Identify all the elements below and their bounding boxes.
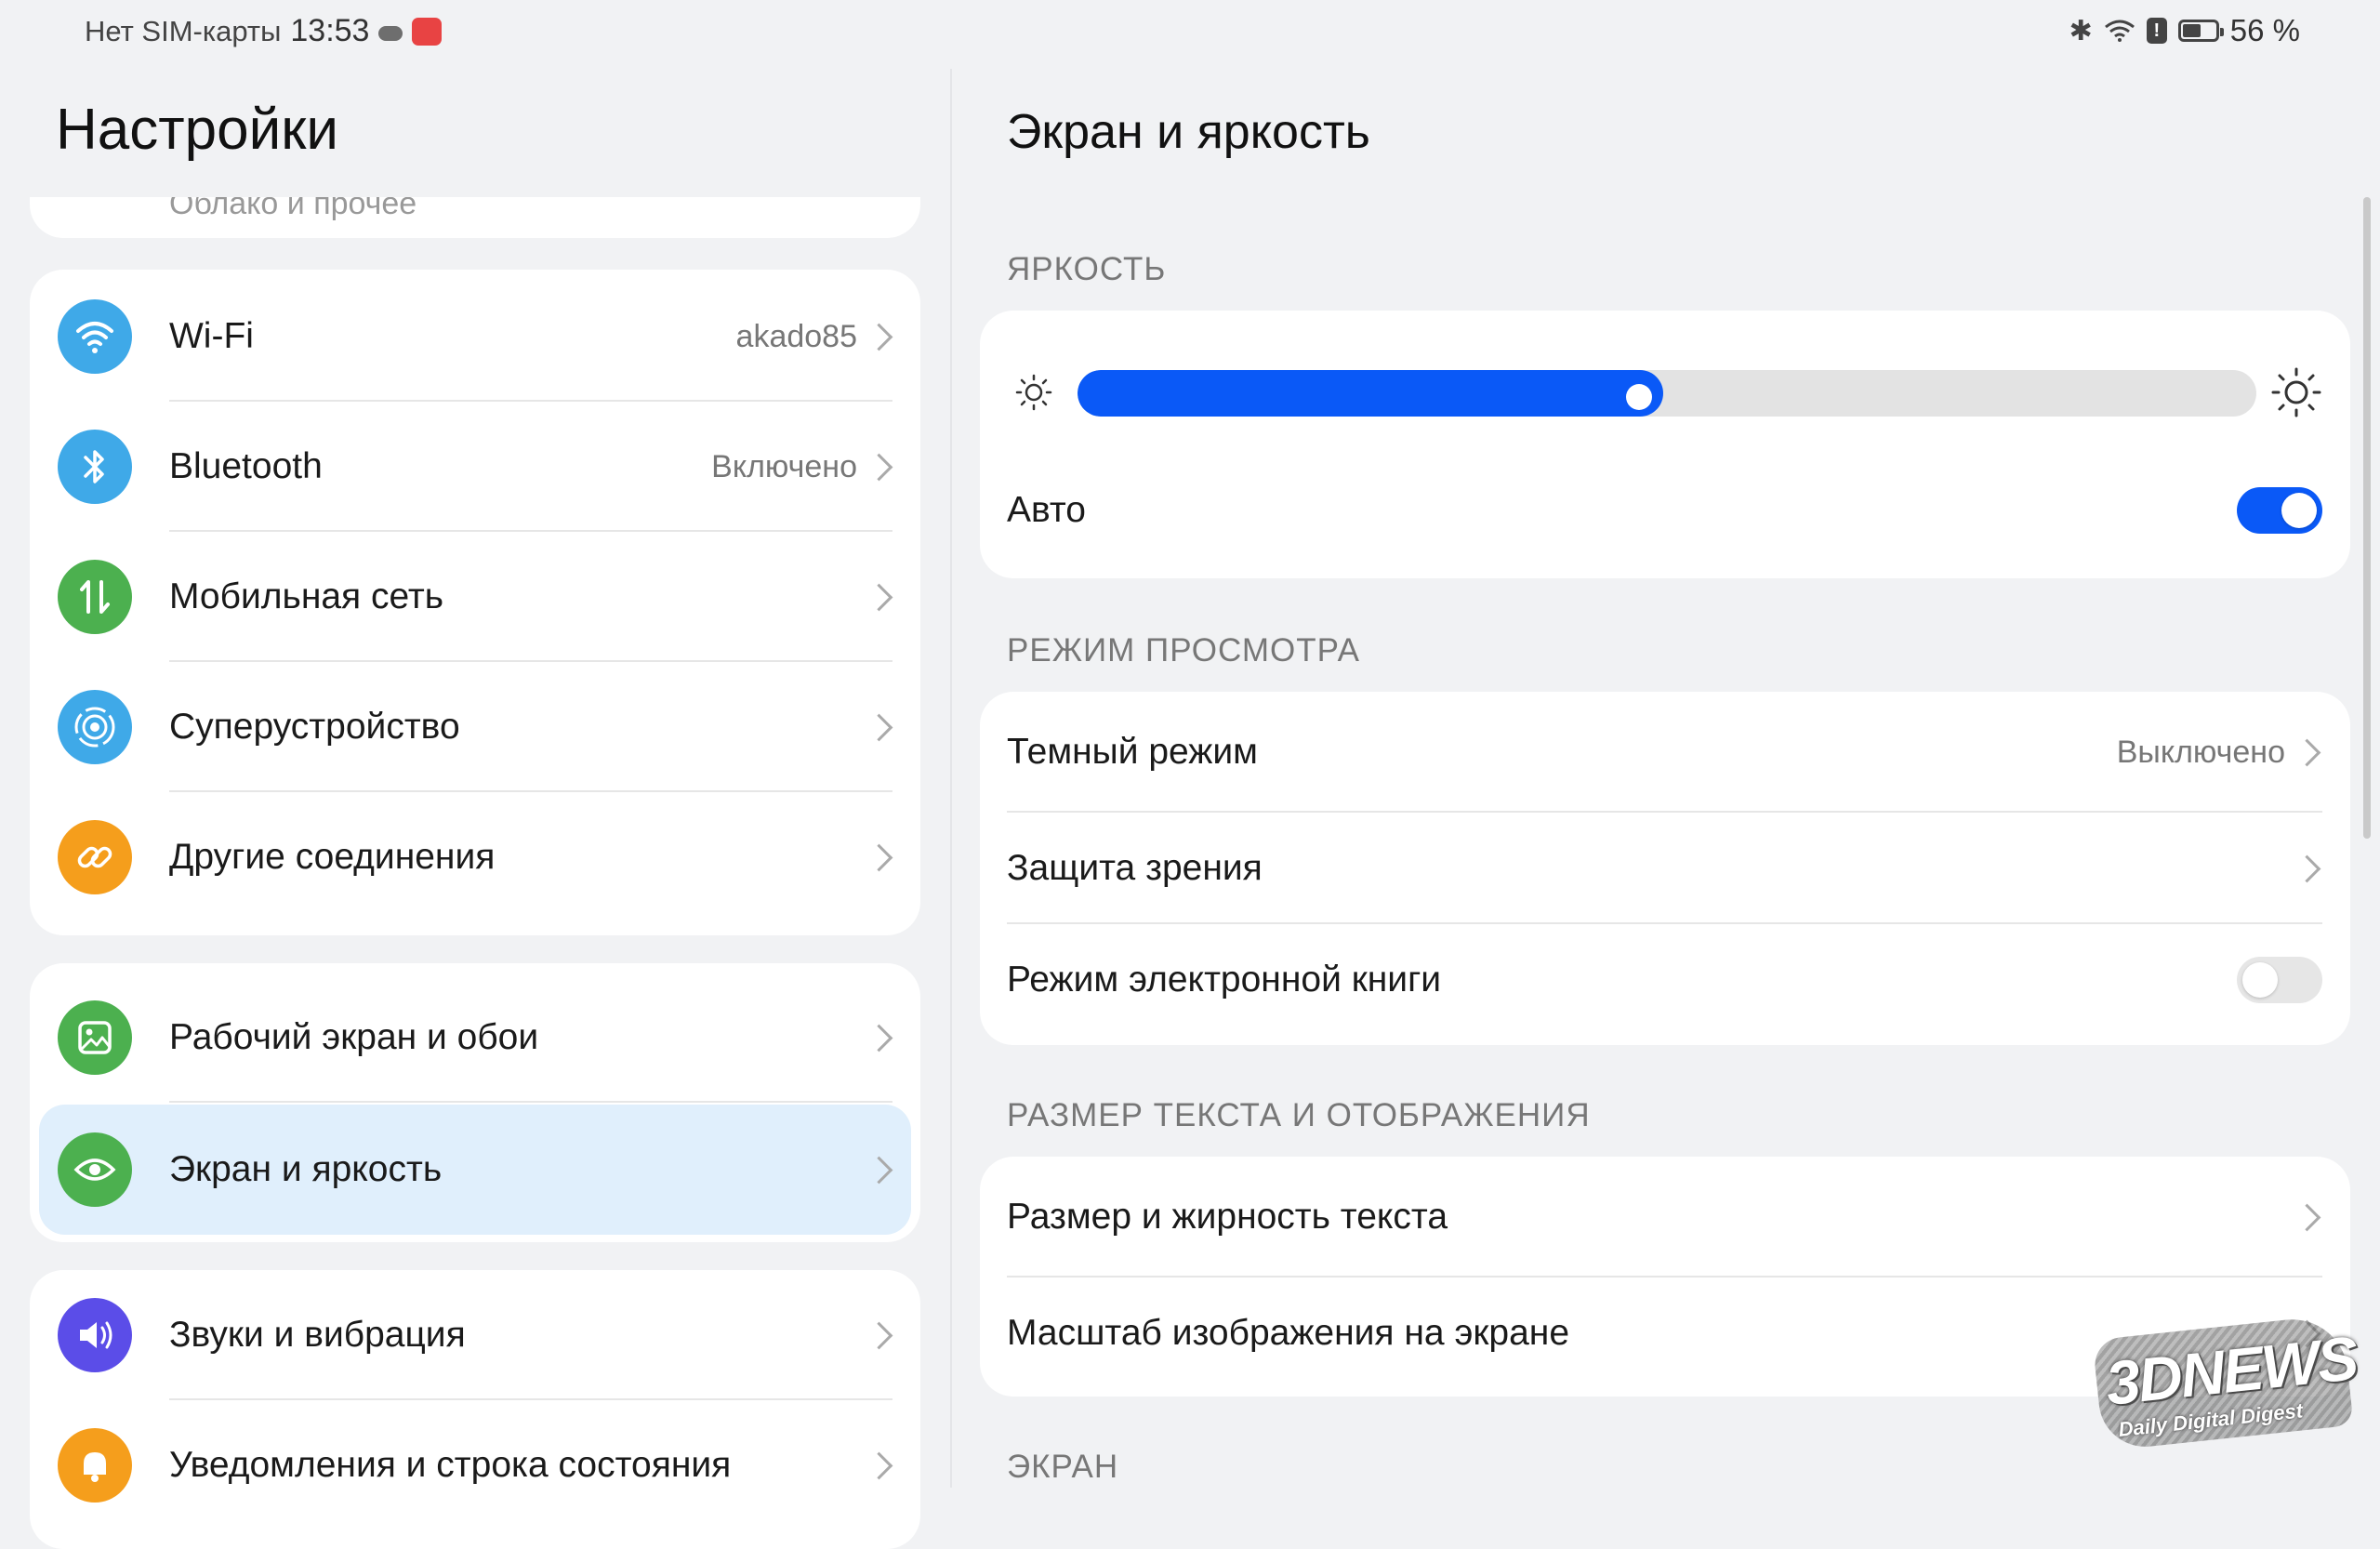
display-scale-label: Масштаб изображения на экране — [1007, 1313, 1570, 1353]
cloud-icon — [378, 25, 403, 41]
view-mode-card: Темный режим Выключено Защита зрения Реж… — [980, 692, 2350, 1045]
settings-item-value: Включено — [711, 448, 857, 484]
wifi-status-icon — [2104, 20, 2135, 42]
settings-item-label: Мобильная сеть — [169, 576, 444, 616]
toggle-knob — [2281, 493, 2317, 528]
partial-item-label: Облако и прочее — [169, 197, 417, 221]
bluetooth-icon — [58, 430, 132, 504]
settings-item-sounds[interactable]: Звуки и вибрация — [30, 1270, 920, 1400]
settings-item-label: Wi-Fi — [169, 316, 254, 356]
app-notification-icon — [412, 17, 443, 46]
eye-comfort-label: Защита зрения — [1007, 848, 1263, 888]
alert-icon: ! — [2146, 18, 2167, 44]
wifi-icon — [58, 299, 132, 374]
chevron-right-icon — [865, 1451, 893, 1479]
settings-item-notifications[interactable]: Уведомления и строка состояния — [30, 1400, 920, 1530]
chevron-right-icon — [865, 1156, 893, 1184]
chevron-right-icon — [865, 323, 893, 351]
auto-brightness-label: Авто — [1007, 490, 1086, 530]
scrollbar[interactable] — [2363, 197, 2371, 839]
chevron-right-icon — [865, 843, 893, 871]
text-size-row[interactable]: Размер и жирность текста — [980, 1157, 2350, 1278]
carrier-text: Нет SIM-карты — [85, 14, 282, 47]
display-group: Рабочий экран и обои Экран и яркость — [30, 963, 920, 1242]
battery-percent: 56 % — [2229, 13, 2300, 47]
settings-item-wifi[interactable]: Wi-Fi akado85 — [30, 271, 920, 402]
sound-notification-group: Звуки и вибрация Уведомления и строка со… — [30, 1270, 920, 1549]
ebook-mode-toggle[interactable] — [2237, 957, 2322, 1003]
watermark-logo: 3DNEWS Daily Digital Digest — [2091, 1303, 2373, 1461]
partial-settings-card[interactable]: Облако и прочее — [30, 197, 920, 238]
settings-item-label: Другие соединения — [169, 837, 496, 877]
settings-item-value: akado85 — [735, 318, 857, 354]
bell-icon — [58, 1428, 132, 1503]
wallpaper-icon — [58, 1000, 132, 1075]
sound-icon — [58, 1298, 132, 1372]
settings-item-other-connections[interactable]: Другие соединения — [30, 792, 920, 922]
dark-mode-value: Выключено — [2116, 734, 2285, 770]
eye-icon — [58, 1132, 132, 1207]
chevron-right-icon — [865, 1024, 893, 1052]
settings-item-label: Bluetooth — [169, 446, 323, 486]
settings-item-display-brightness[interactable]: Экран и яркость — [39, 1105, 911, 1235]
brightness-slider-fill — [1078, 370, 1663, 417]
ebook-mode-label: Режим электронной книги — [1007, 960, 1442, 1000]
settings-item-label: Звуки и вибрация — [169, 1315, 466, 1355]
toggle-knob — [2242, 962, 2278, 998]
link-icon — [58, 820, 132, 894]
brightness-card: Авто — [980, 311, 2350, 578]
eye-comfort-row[interactable]: Защита зрения — [980, 813, 2350, 924]
chevron-right-icon — [2293, 738, 2321, 766]
status-bar-right: ✱ ! 56 % — [2069, 13, 2300, 48]
chevron-right-icon — [865, 713, 893, 741]
page-title: Настройки — [56, 98, 339, 162]
brightness-high-icon — [2271, 367, 2321, 417]
brightness-slider[interactable] — [1078, 370, 2256, 417]
detail-title: Экран и яркость — [1007, 105, 1370, 159]
chevron-right-icon — [865, 453, 893, 481]
ebook-mode-row[interactable]: Режим электронной книги — [980, 924, 2350, 1036]
chevron-right-icon — [2293, 1203, 2321, 1231]
section-header-text-size: РАЗМЕР ТЕКСТА И ОТОБРАЖЕНИЯ — [1007, 1097, 1591, 1133]
separator — [169, 1101, 892, 1103]
dark-mode-row[interactable]: Темный режим Выключено — [980, 692, 2350, 813]
brightness-low-icon — [1015, 374, 1052, 411]
section-header-screen: ЭКРАН — [1007, 1449, 1119, 1485]
settings-item-super-device[interactable]: Суперустройство — [30, 662, 920, 792]
settings-item-bluetooth[interactable]: Bluetooth Включено — [30, 402, 920, 532]
brightness-slider-thumb[interactable] — [1626, 384, 1652, 410]
pane-divider — [950, 69, 952, 1488]
settings-item-label: Экран и яркость — [169, 1149, 443, 1189]
text-size-label: Размер и жирность текста — [1007, 1197, 1448, 1237]
mobile-data-icon — [58, 560, 132, 634]
auto-brightness-toggle[interactable] — [2237, 487, 2322, 534]
connections-group: Wi-Fi akado85 Bluetooth Включено Мобильн… — [30, 270, 920, 935]
chevron-right-icon — [865, 1321, 893, 1349]
battery-level — [2182, 24, 2201, 37]
dark-mode-label: Темный режим — [1007, 732, 1258, 772]
settings-item-label: Рабочий экран и обои — [169, 1017, 539, 1057]
super-device-icon — [58, 690, 132, 764]
status-bar-left: Нет SIM-карты 13:53 — [85, 13, 443, 49]
auto-brightness-row[interactable]: Авто — [980, 459, 2350, 562]
settings-item-mobile-network[interactable]: Мобильная сеть — [30, 532, 920, 662]
chevron-right-icon — [865, 583, 893, 611]
settings-item-home-screen[interactable]: Рабочий экран и обои — [30, 973, 920, 1103]
section-header-view-mode: РЕЖИМ ПРОСМОТРА — [1007, 632, 1360, 669]
status-bar: Нет SIM-карты 13:53 ✱ ! 56 % — [0, 0, 2380, 69]
settings-item-label: Суперустройство — [169, 707, 460, 747]
clock: 13:53 — [290, 13, 370, 48]
bluetooth-status-icon: ✱ — [2069, 15, 2093, 46]
section-header-brightness: ЯРКОСТЬ — [1007, 251, 1167, 287]
chevron-right-icon — [2293, 854, 2321, 882]
battery-icon — [2177, 20, 2224, 42]
settings-item-label: Уведомления и строка состояния — [169, 1445, 732, 1485]
